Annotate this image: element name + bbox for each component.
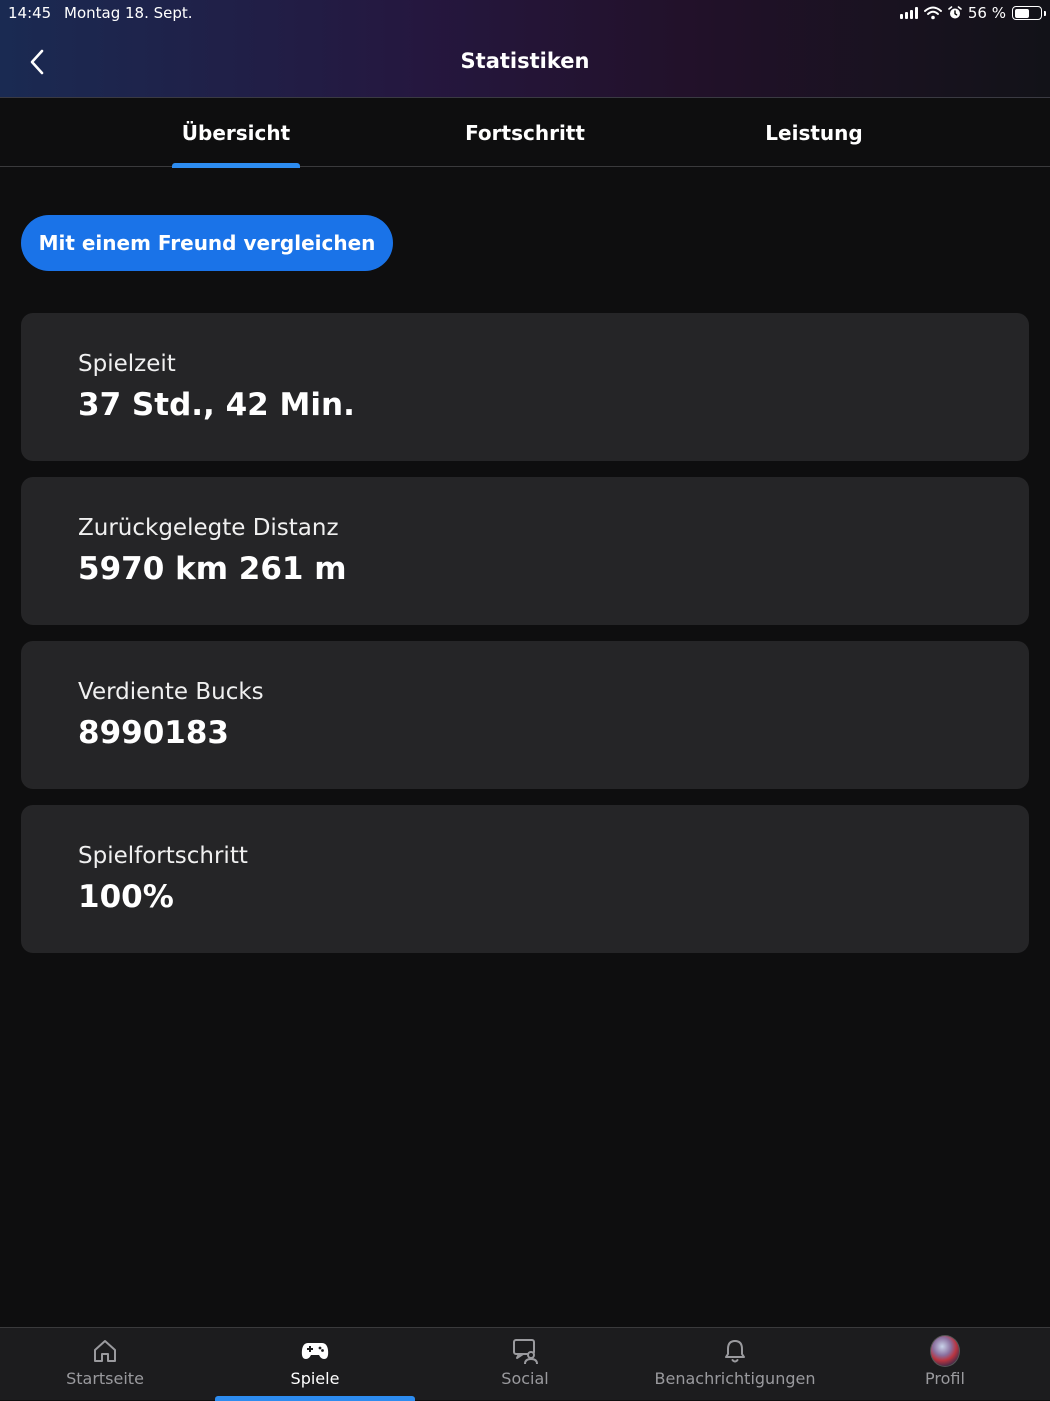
avatar [930, 1335, 960, 1367]
nav-label: Social [501, 1369, 549, 1388]
stat-value: 5970 km 261 m [78, 551, 347, 587]
tab-active-indicator [172, 163, 300, 168]
tab-label: Übersicht [181, 120, 291, 145]
stat-value: 8990183 [78, 715, 229, 751]
header: 14:45 Montag 18. Sept. 56 % Statistiken [0, 0, 1050, 98]
nav-item-startseite[interactable]: Startseite [0, 1328, 210, 1401]
nav-label: Startseite [66, 1369, 144, 1388]
tab-bar: Übersicht Fortschritt Leistung [0, 98, 1050, 168]
profile-avatar-image [930, 1335, 960, 1367]
nav-label: Profil [925, 1369, 965, 1388]
page-title: Statistiken [460, 49, 590, 73]
home-icon [90, 1337, 120, 1365]
battery-level-fill [1014, 8, 1029, 18]
compare-with-friend-button[interactable]: Mit einem Freund vergleichen [21, 215, 393, 271]
nav-active-indicator [215, 1396, 415, 1401]
nav-item-benachrichtigungen[interactable]: Benachrichtigungen [630, 1328, 840, 1401]
nav-label: Spiele [290, 1369, 340, 1388]
stat-value: 37 Std., 42 Min. [78, 387, 355, 423]
nav-item-spiele[interactable]: Spiele [210, 1328, 420, 1401]
battery-icon [1012, 6, 1046, 20]
compare-button-label: Mit einem Freund vergleichen [38, 231, 376, 255]
stat-label: Spielzeit [78, 351, 176, 377]
battery-percent: 56 % [967, 4, 1006, 22]
status-indicators: 56 % [899, 3, 1046, 23]
stat-card-distance: Zurückgelegte Distanz 5970 km 261 m [21, 477, 1029, 625]
tab-label: Leistung [765, 120, 863, 145]
bell-icon [720, 1337, 750, 1365]
alarm-icon [948, 6, 962, 19]
stat-card-bucks: Verdiente Bucks 8990183 [21, 641, 1029, 789]
tab-fortschritt[interactable]: Fortschritt [415, 98, 635, 167]
status-time: 14:45 [8, 4, 52, 22]
nav-label: Benachrichtigungen [654, 1369, 816, 1388]
tab-uebersicht[interactable]: Übersicht [126, 98, 346, 168]
stat-card-playtime: Spielzeit 37 Std., 42 Min. [21, 313, 1029, 461]
wifi-icon [923, 6, 942, 20]
status-date: Montag 18. Sept. [64, 4, 193, 22]
social-icon [510, 1337, 540, 1365]
stat-label: Zurückgelegte Distanz [78, 515, 339, 541]
cellular-signal-icon [899, 7, 918, 19]
stat-value: 100% [78, 879, 174, 915]
gamepad-icon [300, 1337, 330, 1365]
tab-label: Fortschritt [465, 120, 585, 145]
bottom-navigation: Startseite Spiele Social Benachrichtigun… [0, 1327, 1050, 1401]
stat-card-progress: Spielfortschritt 100% [21, 805, 1029, 953]
tab-leistung[interactable]: Leistung [704, 98, 924, 167]
nav-item-profil[interactable]: Profil [840, 1328, 1050, 1401]
nav-item-social[interactable]: Social [420, 1328, 630, 1401]
stat-label: Verdiente Bucks [78, 679, 264, 705]
stat-label: Spielfortschritt [78, 843, 248, 869]
